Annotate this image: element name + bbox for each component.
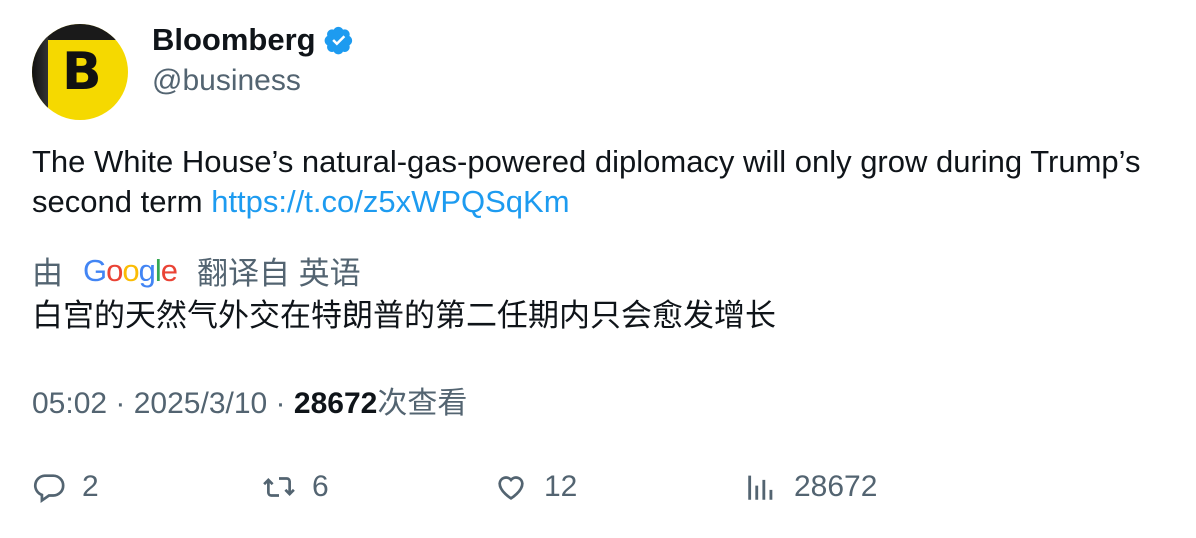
verified-badge-icon xyxy=(324,26,352,55)
retweet-button[interactable]: 6 xyxy=(262,470,329,504)
views-action-count: 28672 xyxy=(794,470,878,503)
avatar[interactable]: B xyxy=(32,24,128,120)
action-bar: 2 6 12 28672 xyxy=(32,470,1172,516)
reply-icon xyxy=(33,474,65,504)
tweet-meta: 05:02 · 2025/3/10 · 28672次查看 xyxy=(32,387,468,420)
views-button[interactable]: 28672 xyxy=(744,470,877,504)
tweet-time[interactable]: 05:02 xyxy=(32,387,107,420)
translated-text: 白宫的天然气外交在特朗普的第二任期内只会愈发增长 xyxy=(32,298,776,333)
views-count: 28672 xyxy=(293,387,378,420)
heart-icon xyxy=(498,476,524,500)
author-name-row: Bloomberg xyxy=(152,22,354,58)
avatar-logo-letter: B xyxy=(62,42,102,102)
like-button[interactable]: 12 xyxy=(494,470,577,504)
reply-button[interactable]: 2 xyxy=(32,470,99,504)
tweet-link[interactable]: https://t.co/z5xWPQSqKm xyxy=(211,184,569,219)
translation-source-label[interactable]: 翻译自 英语 xyxy=(197,248,361,293)
avatar-side-band xyxy=(32,24,48,120)
translation-prefix: 由 xyxy=(32,256,63,291)
analytics-icon xyxy=(748,475,773,500)
tweet-text: The White House’s natural-gas-powered di… xyxy=(32,142,1152,222)
tweet-date[interactable]: 2025/3/10 xyxy=(134,387,267,420)
author-handle[interactable]: @business xyxy=(152,64,301,98)
author-name[interactable]: Bloomberg xyxy=(152,22,316,58)
views-label: 次查看 xyxy=(377,387,468,420)
retweet-count: 6 xyxy=(312,470,329,503)
google-logo[interactable]: Google xyxy=(83,253,178,289)
tweet-body: The White House’s natural-gas-powered di… xyxy=(32,144,1141,219)
retweet-icon xyxy=(263,477,295,497)
translation-attribution: 由 Google 翻译自 英语 xyxy=(32,248,361,293)
reply-count: 2 xyxy=(82,470,99,503)
like-count: 12 xyxy=(544,470,578,503)
